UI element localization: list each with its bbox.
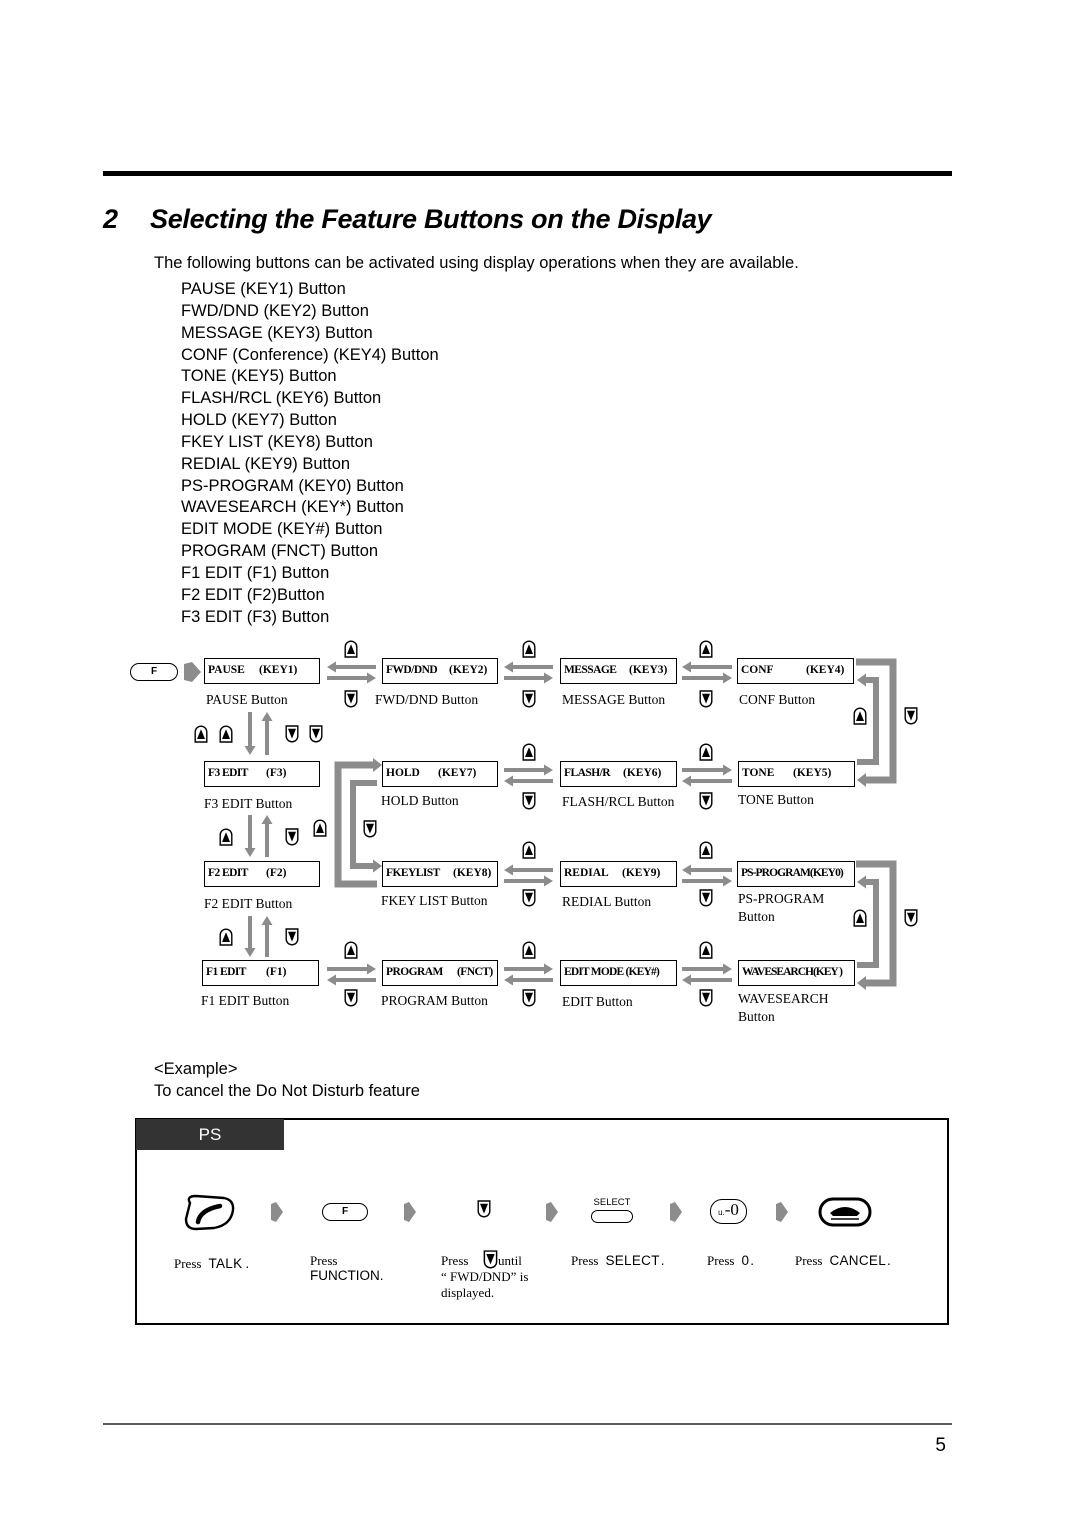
select-key-label: SELECT xyxy=(593,1197,631,1208)
page-number: 5 xyxy=(935,1435,946,1456)
step-key-name: SELECT xyxy=(605,1253,660,1268)
step-arrow-icon xyxy=(776,1202,788,1222)
step-key-name: FUNCTION xyxy=(310,1268,380,1283)
step-suffix: . xyxy=(245,1256,250,1271)
step-prefix: Press xyxy=(795,1253,823,1268)
step-label-function: Press FUNCTION. xyxy=(310,1253,384,1282)
step-label-down: Press until “ FWD/DND” is displayed. xyxy=(441,1253,528,1301)
step-arrow-icon xyxy=(670,1202,682,1222)
step-arrow-icon xyxy=(404,1202,416,1222)
zero-key-icon: u.-0 xyxy=(710,1199,747,1224)
step-line2: “ FWD/DND” is xyxy=(441,1269,529,1284)
step-suffix: until xyxy=(498,1253,522,1268)
step-prefix: Press xyxy=(174,1256,202,1271)
step-suffix: . xyxy=(750,1253,755,1268)
step-key-name: TALK xyxy=(208,1256,243,1271)
step-suffix: . xyxy=(660,1253,665,1268)
step-arrow-icon xyxy=(546,1202,558,1222)
step-line3: displayed. xyxy=(441,1285,495,1300)
talk-key-icon xyxy=(184,1194,235,1231)
step-prefix: Press xyxy=(310,1253,338,1268)
step-label-talk: Press TALK. xyxy=(174,1256,249,1272)
step-label-select: Press SELECT. xyxy=(571,1253,665,1269)
step-label-zero: Press 0. xyxy=(707,1253,754,1269)
step-arrow-icon xyxy=(271,1202,283,1222)
down-key-icon xyxy=(477,1200,491,1218)
cancel-key-icon xyxy=(818,1197,872,1227)
zero-key-sublabel: u. xyxy=(718,1208,725,1217)
zero-key-label: -0 xyxy=(724,1200,739,1219)
function-key-label: F xyxy=(341,1206,349,1217)
step-suffix: . xyxy=(379,1268,384,1283)
step-prefix: Press xyxy=(441,1253,469,1268)
example-steps-graphics xyxy=(184,1194,872,1231)
step-suffix: . xyxy=(887,1253,891,1268)
step-key-name: 0 xyxy=(741,1253,750,1268)
step-key-name: CANCEL xyxy=(829,1253,887,1268)
step-prefix: Press xyxy=(571,1253,599,1268)
select-key-icon xyxy=(591,1210,633,1223)
step-prefix: Press xyxy=(707,1253,735,1268)
step-label-cancel: Press CANCEL. xyxy=(795,1253,891,1269)
function-key-icon: F xyxy=(322,1203,368,1221)
down-key-icon xyxy=(483,1250,498,1269)
bottom-rule xyxy=(103,1423,952,1425)
